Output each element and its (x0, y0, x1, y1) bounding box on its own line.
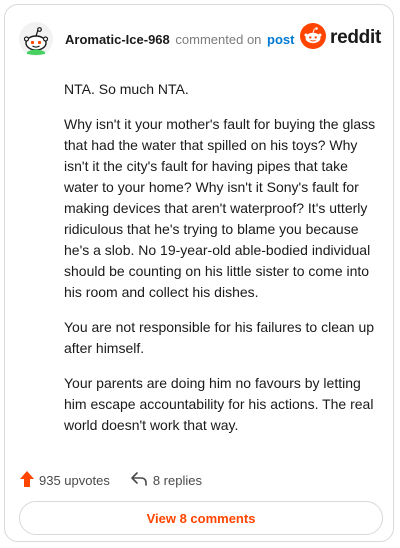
upvote-arrow-icon (19, 470, 35, 491)
username-link[interactable]: Aromatic-Ice-968 (65, 32, 170, 47)
comment-body: NTA. So much NTA. Why isn't it your moth… (64, 79, 380, 450)
view-comments-button[interactable]: View 8 comments (19, 501, 383, 535)
comment-meta: Aromatic-Ice-968 commented on post (65, 32, 294, 47)
reply-arrow-icon (130, 471, 148, 490)
comment-paragraph: Why isn't it your mother's fault for buy… (64, 116, 376, 300)
brand-wordmark: reddit (330, 27, 381, 48)
comment-footer: 935 upvotes 8 replies (19, 469, 202, 491)
comment-paragraph: NTA. So much NTA. (64, 81, 189, 97)
comment-paragraph: You are not responsible for his failures… (64, 319, 375, 356)
comment-header: Aromatic-Ice-968 commented on post reddi (5, 19, 393, 59)
replies-count: 8 replies (152, 472, 202, 488)
action-text: commented on (175, 32, 262, 47)
upvote-count: 935 upvotes (39, 472, 110, 488)
comment-paragraph: Your parents are doing him no favours by… (64, 375, 374, 433)
post-link[interactable]: post (267, 32, 294, 47)
reddit-logo-icon (300, 22, 327, 54)
reddit-brand[interactable]: reddit (300, 22, 381, 54)
replies-button[interactable]: 8 replies (130, 471, 202, 490)
snoo-avatar-icon[interactable] (18, 21, 54, 57)
comment-card: Aromatic-Ice-968 commented on post reddi (4, 4, 394, 542)
upvote-button[interactable]: 935 upvotes (19, 470, 110, 491)
